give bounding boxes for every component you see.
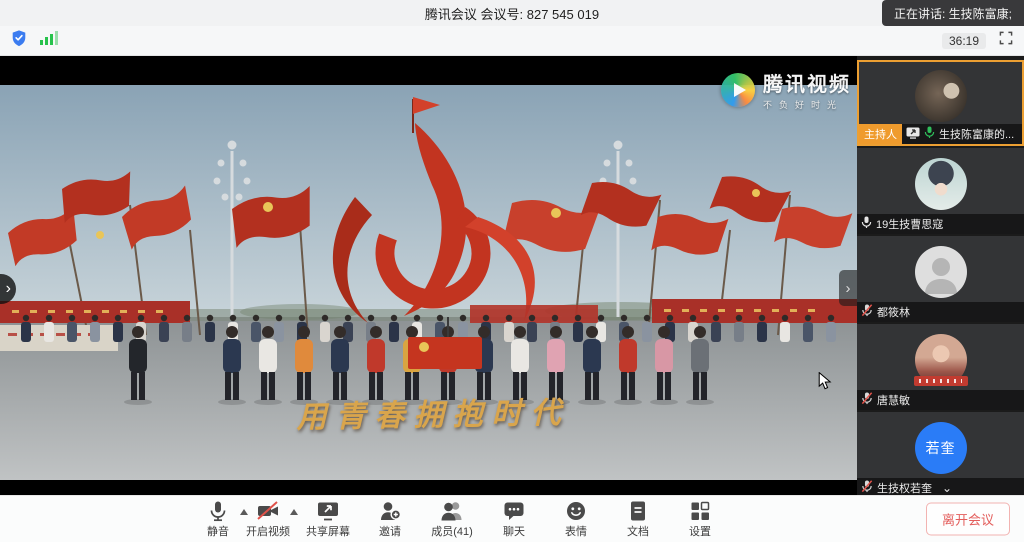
emoji-button[interactable]: 表情 [554,500,598,539]
share-screen-button[interactable]: 共享屏幕 [306,500,350,539]
tool-label: 设置 [689,523,711,539]
screen-sharing-icon [906,127,920,142]
participant-tile[interactable]: 19生技曹思寇 [857,148,1024,234]
tool-label: 表情 [565,523,587,539]
tool-label: 开启视频 [246,523,290,539]
avatar-initials: 若奎 [915,422,967,474]
invite-button[interactable]: 邀请 [368,500,412,539]
chat-icon [503,500,525,522]
mute-button[interactable]: 静音 [196,500,240,539]
microphone-muted-icon [861,480,873,495]
shared-screen-stage[interactable]: 腾讯视频 不负好时光 用青春拥抱时代 › › [0,56,857,495]
tencent-meeting-window: 腾讯会议 会议号: 827 545 019 正在讲话: 生技陈富康; 36:19 [0,0,1024,542]
participant-name: 生技陈富康的... [939,126,1014,142]
members-button[interactable]: 成员(41) [430,500,474,539]
collapse-list-chevron-icon[interactable]: ⌄ [942,481,952,495]
meeting-security-shield-icon[interactable] [10,29,28,52]
tool-label: 静音 [207,523,229,539]
watermark-slogan: 不负好时光 [763,98,851,111]
status-bar: 36:19 [0,26,1024,56]
participant-tile[interactable]: 若奎 生技权若奎 ⌄ [857,412,1024,495]
tencent-video-watermark: 腾讯视频 不负好时光 [721,68,851,111]
microphone-icon [207,500,229,522]
participant-name: 19生技曹思寇 [876,216,943,232]
chat-button[interactable]: 聊天 [492,500,536,539]
invite-icon [379,500,401,522]
meeting-title: 腾讯会议 会议号: 827 545 019 [425,4,599,23]
microphone-on-icon [924,126,935,142]
camera-off-icon [256,500,280,522]
settings-button[interactable]: 设置 [678,500,722,539]
emoji-icon [565,500,587,522]
microphone-muted-icon [861,392,873,408]
tencent-video-play-logo-icon [721,73,755,107]
meeting-timer: 36:19 [942,33,986,49]
tool-label: 邀请 [379,523,401,539]
avatar-banner [914,376,968,386]
mouse-cursor [818,372,832,390]
participants-sidebar: 主持人 生技陈富康的... 19生技曹思寇 [857,56,1024,495]
participant-name: 唐慧敏 [877,392,910,408]
docs-button[interactable]: 文档 [616,500,660,539]
collapse-sidebar-chevron-icon[interactable]: › [839,270,857,306]
avatar-default [915,246,967,298]
document-icon [627,500,649,522]
tool-label: 文档 [627,523,649,539]
participant-name: 都筱林 [877,304,910,320]
fullscreen-button[interactable] [998,30,1014,51]
participant-tile[interactable]: 都筱林 [857,236,1024,322]
participant-tile[interactable]: 唐慧敏 [857,324,1024,410]
video-caption: 用青春拥抱时代 [258,387,609,437]
watermark-brand: 腾讯视频 [763,68,851,97]
network-signal-icon[interactable] [40,30,58,51]
members-icon [440,500,464,522]
start-video-button[interactable]: 开启视频 [246,500,290,539]
settings-grid-icon [689,500,711,522]
avatar [915,70,967,122]
avatar [915,158,967,210]
leave-meeting-button[interactable]: 离开会议 [926,503,1010,536]
meeting-toolbar: 静音 开启视频 共享屏幕 邀请 成员(41) [0,495,1024,542]
participant-name: 生技权若奎 [877,480,932,495]
host-badge: 主持人 [859,124,902,144]
video-options-caret[interactable] [290,509,298,515]
microphone-on-icon [861,216,872,232]
tool-label: 成员(41) [431,523,473,539]
speaking-indicator-toast: 正在讲话: 生技陈富康; [882,0,1024,26]
title-bar: 腾讯会议 会议号: 827 545 019 正在讲话: 生技陈富康; [0,0,1024,26]
tool-label: 聊天 [503,523,525,539]
share-screen-icon [316,500,340,522]
tool-label: 共享屏幕 [306,523,350,539]
microphone-muted-icon [861,304,873,320]
participant-tile-host[interactable]: 主持人 生技陈富康的... [857,60,1024,146]
